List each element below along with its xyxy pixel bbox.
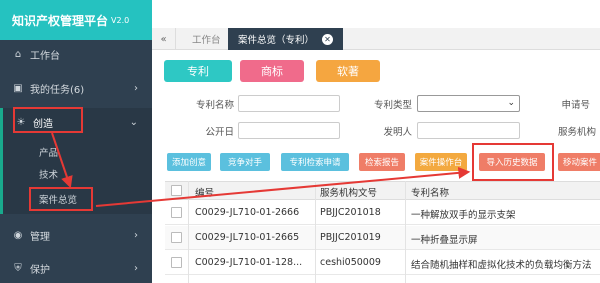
- row-checkbox[interactable]: [171, 232, 182, 243]
- sidebar-item-protect[interactable]: ⛨ 保护 ›: [0, 254, 152, 282]
- row-checkbox[interactable]: [171, 257, 182, 268]
- cell-patent-name: 结合随机抽样和虚拟化技术的负载均衡方法: [411, 260, 592, 271]
- search-report-button[interactable]: 检索报告: [359, 153, 405, 171]
- cell-agency-ref: ceshi050009: [320, 257, 381, 268]
- patent-search-request-button[interactable]: 专利检索申请: [281, 153, 349, 171]
- close-icon[interactable]: ✕: [322, 33, 334, 45]
- sidebar-subitem-technology[interactable]: 技术: [39, 167, 58, 181]
- chevron-right-icon: ›: [134, 229, 138, 241]
- brand-version: V2.0: [111, 15, 130, 25]
- category-tab-patent[interactable]: 专利: [164, 60, 232, 82]
- tab-scroll-left-button[interactable]: «: [152, 28, 176, 50]
- publication-date-input[interactable]: [238, 122, 340, 139]
- cell-number: C0029-JL710-01-2666: [195, 207, 300, 218]
- tab-bar: « 工作台 案件总览（专利） ✕: [152, 28, 600, 50]
- cell-agency-ref: PBJJC201018: [320, 207, 381, 218]
- label-application-number: 申请号: [561, 100, 590, 111]
- chevron-right-icon: ›: [134, 262, 138, 274]
- chevron-right-icon: ›: [134, 82, 138, 94]
- sidebar-item-manage[interactable]: ◉ 管理 ›: [0, 221, 152, 249]
- table-row[interactable]: C0029-JL710-01-128... ceshi050009 结合随机抽样…: [165, 251, 600, 275]
- add-idea-button[interactable]: 添加创意: [167, 153, 211, 171]
- column-header-number[interactable]: 编号: [195, 185, 214, 199]
- column-divider: [315, 181, 316, 283]
- database-icon: ◉: [13, 229, 23, 241]
- task-icon: ▣: [13, 82, 23, 94]
- shield-icon: ⛨: [14, 262, 22, 274]
- sidebar-item-label: 工作台: [30, 50, 60, 62]
- chevron-down-icon: ⌄: [507, 98, 515, 108]
- brand-title: 知识产权管理平台: [12, 13, 109, 28]
- sidebar-subitem-product[interactable]: 产品: [39, 145, 58, 159]
- tab-label: 案件总览（专利）: [238, 35, 315, 46]
- label-patent-name: 专利名称: [195, 100, 234, 111]
- case-console-button[interactable]: 案件操作台: [415, 153, 467, 171]
- table-row[interactable]: C0029-JL710-01-2666 PBJJC201018 一种解放双手的显…: [165, 201, 600, 225]
- row-checkbox[interactable]: [171, 207, 182, 218]
- tab-workbench[interactable]: 工作台: [182, 28, 231, 50]
- column-header-patent-name[interactable]: 专利名称: [411, 185, 449, 199]
- chevron-down-icon: ⌄: [129, 116, 138, 128]
- patent-name-input[interactable]: [238, 95, 340, 112]
- patent-type-select[interactable]: ⌄: [417, 95, 520, 112]
- cell-patent-name: 一种解放双手的显示支架: [411, 210, 516, 221]
- tab-label: 工作台: [192, 35, 221, 46]
- table-header: 编号 服务机构文号 专利名称: [165, 181, 600, 200]
- label-inventor: 发明人: [383, 127, 412, 138]
- category-tab-trademark[interactable]: 商标: [240, 60, 304, 82]
- cell-number: C0029-JL710-01-2665: [195, 232, 300, 243]
- move-case-button[interactable]: 移动案件: [558, 153, 600, 171]
- cell-number: C0029-JL710-01-128...: [195, 257, 303, 268]
- sidebar-item-label: 管理: [30, 231, 50, 243]
- sidebar-item-label: 我的任务(6): [30, 84, 85, 96]
- column-header-agency-ref[interactable]: 服务机构文号: [320, 185, 377, 199]
- select-all-checkbox[interactable]: [171, 185, 182, 196]
- annotation-box-create: [13, 107, 83, 133]
- home-icon: ⌂: [14, 48, 22, 60]
- sidebar-item-workbench[interactable]: ⌂ 工作台: [0, 40, 152, 68]
- label-service-agency: 服务机构: [557, 127, 596, 138]
- brand: 知识产权管理平台 V2.0: [0, 0, 152, 40]
- column-divider: [188, 181, 189, 283]
- sidebar-item-my-tasks[interactable]: ▣ 我的任务(6) ›: [0, 74, 152, 102]
- annotation-box-case-overview: [29, 187, 93, 211]
- cell-agency-ref: PBJJC201019: [320, 232, 381, 243]
- competitor-button[interactable]: 竞争对手: [220, 153, 270, 171]
- label-publication-date: 公开日: [205, 127, 234, 138]
- cell-patent-name: 一种折叠显示屏: [411, 235, 478, 246]
- sidebar: 知识产权管理平台 V2.0 ⌂ 工作台 ▣ 我的任务(6) › ☀ 创造 ⌄ 产…: [0, 0, 152, 283]
- category-tab-copyright[interactable]: 软著: [316, 60, 380, 82]
- column-divider: [405, 181, 406, 283]
- label-patent-type: 专利类型: [373, 100, 412, 111]
- table-row[interactable]: C0029-JL710-01-2665 PBJJC201019 一种折叠显示屏: [165, 226, 600, 250]
- tab-case-overview[interactable]: 案件总览（专利） ✕: [228, 28, 344, 50]
- annotation-box-import-button: [472, 143, 554, 181]
- sidebar-item-label: 保护: [30, 264, 50, 276]
- inventor-input[interactable]: [417, 122, 520, 139]
